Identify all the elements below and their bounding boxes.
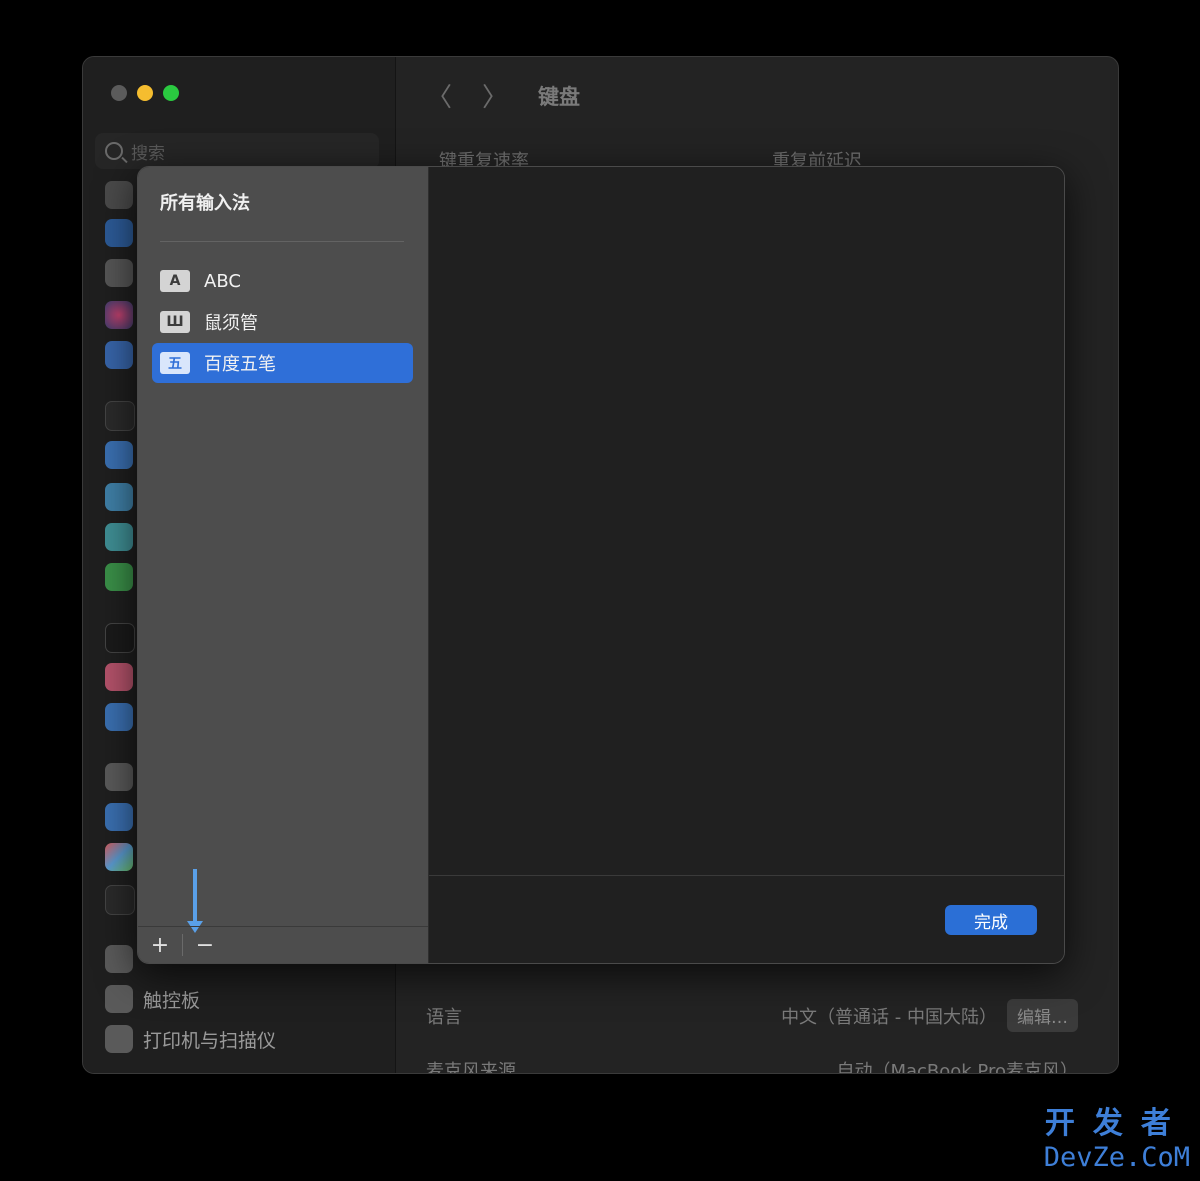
done-button[interactable]: 完成	[945, 905, 1037, 935]
search-icon	[105, 142, 123, 160]
remove-input-method-button[interactable]: −	[183, 927, 227, 963]
divider	[429, 875, 1064, 876]
pane-title: 所有输入法	[160, 193, 250, 214]
accessibility-icon[interactable]	[105, 219, 133, 247]
passwords-icon[interactable]	[105, 763, 133, 791]
battery-icon[interactable]	[105, 563, 133, 591]
abc-icon: A	[160, 270, 190, 292]
control-center-icon[interactable]	[105, 259, 133, 287]
language-row: 语言 中文（普通话 - 中国大陆） 编辑…	[426, 999, 1078, 1032]
window-controls	[111, 85, 179, 101]
zoom-button[interactable]	[163, 85, 179, 101]
lock-screen-icon[interactable]	[105, 623, 135, 653]
wallpaper-icon[interactable]	[105, 483, 133, 511]
touch-id-icon[interactable]	[105, 663, 133, 691]
search-input[interactable]: 搜索	[95, 133, 379, 169]
sidebar-item-label: 触控板	[143, 989, 201, 1012]
internet-accounts-icon[interactable]	[105, 803, 133, 831]
watermark-line1: 开发者	[1044, 1106, 1189, 1141]
annotation-arrow	[187, 869, 203, 933]
list-footer: + −	[138, 926, 428, 963]
printer-icon	[105, 1025, 133, 1053]
sidebar-item-trackpad[interactable]: 触控板	[105, 985, 200, 1013]
wubi-icon: 五	[160, 352, 190, 374]
input-method-detail-pane: 完成	[429, 167, 1064, 963]
language-edit-button[interactable]: 编辑…	[1007, 999, 1078, 1032]
add-input-method-button[interactable]: +	[138, 927, 182, 963]
language-label: 语言	[426, 1006, 462, 1028]
squirrel-icon: Ш	[160, 311, 190, 333]
input-method-abc[interactable]: A ABC	[152, 261, 413, 301]
watermark-line2: DevZe.CoM	[1043, 1142, 1190, 1173]
sidebar-item-label: 打印机与扫描仪	[143, 1029, 277, 1052]
divider	[160, 241, 404, 242]
input-method-baidu-wubi[interactable]: 五 百度五笔	[152, 343, 413, 383]
mic-label: 麦克风来源	[426, 1061, 516, 1074]
input-method-label: ABC	[204, 270, 241, 292]
input-sources-sheet: 所有输入法 A ABC Ш 鼠须管 五 百度五笔 + − 完成	[137, 166, 1065, 964]
input-method-squirrel[interactable]: Ш 鼠须管	[152, 302, 413, 342]
keyboard-icon[interactable]	[105, 945, 133, 973]
back-button[interactable]: 〈	[426, 77, 452, 114]
forward-button[interactable]: 〉	[482, 77, 508, 114]
screensaver-icon[interactable]	[105, 523, 133, 551]
language-value: 中文（普通话 - 中国大陆）	[781, 1006, 997, 1028]
page-title: 键盘	[538, 84, 581, 109]
trackpad-icon	[105, 985, 133, 1013]
minimize-button[interactable]	[137, 85, 153, 101]
input-methods-pane: 所有输入法 A ABC Ш 鼠须管 五 百度五笔 + −	[138, 167, 429, 963]
close-button[interactable]	[111, 85, 127, 101]
privacy-icon[interactable]	[105, 181, 133, 209]
input-method-label: 鼠须管	[204, 313, 258, 334]
game-center-icon[interactable]	[105, 843, 133, 871]
mic-select[interactable]: 自动（MacBook Pro麦克风）	[836, 1057, 1078, 1073]
wallet-icon[interactable]	[105, 885, 135, 915]
privacy-hand-icon[interactable]	[105, 341, 133, 369]
desktop-dock-icon[interactable]	[105, 401, 135, 431]
input-method-label: 百度五笔	[204, 354, 276, 375]
sidebar-item-printers[interactable]: 打印机与扫描仪	[105, 1025, 276, 1053]
mic-row: 麦克风来源 自动（MacBook Pro麦克风）	[426, 1057, 1078, 1074]
siri-icon[interactable]	[105, 301, 133, 329]
watermark: 开发者 DevZe.CoM	[1044, 1098, 1190, 1173]
users-groups-icon[interactable]	[105, 703, 133, 731]
input-method-list: A ABC Ш 鼠须管 五 百度五笔	[152, 261, 413, 384]
search-placeholder: 搜索	[131, 143, 165, 164]
toolbar: 〈 〉 键盘	[426, 77, 580, 114]
displays-icon[interactable]	[105, 441, 133, 469]
